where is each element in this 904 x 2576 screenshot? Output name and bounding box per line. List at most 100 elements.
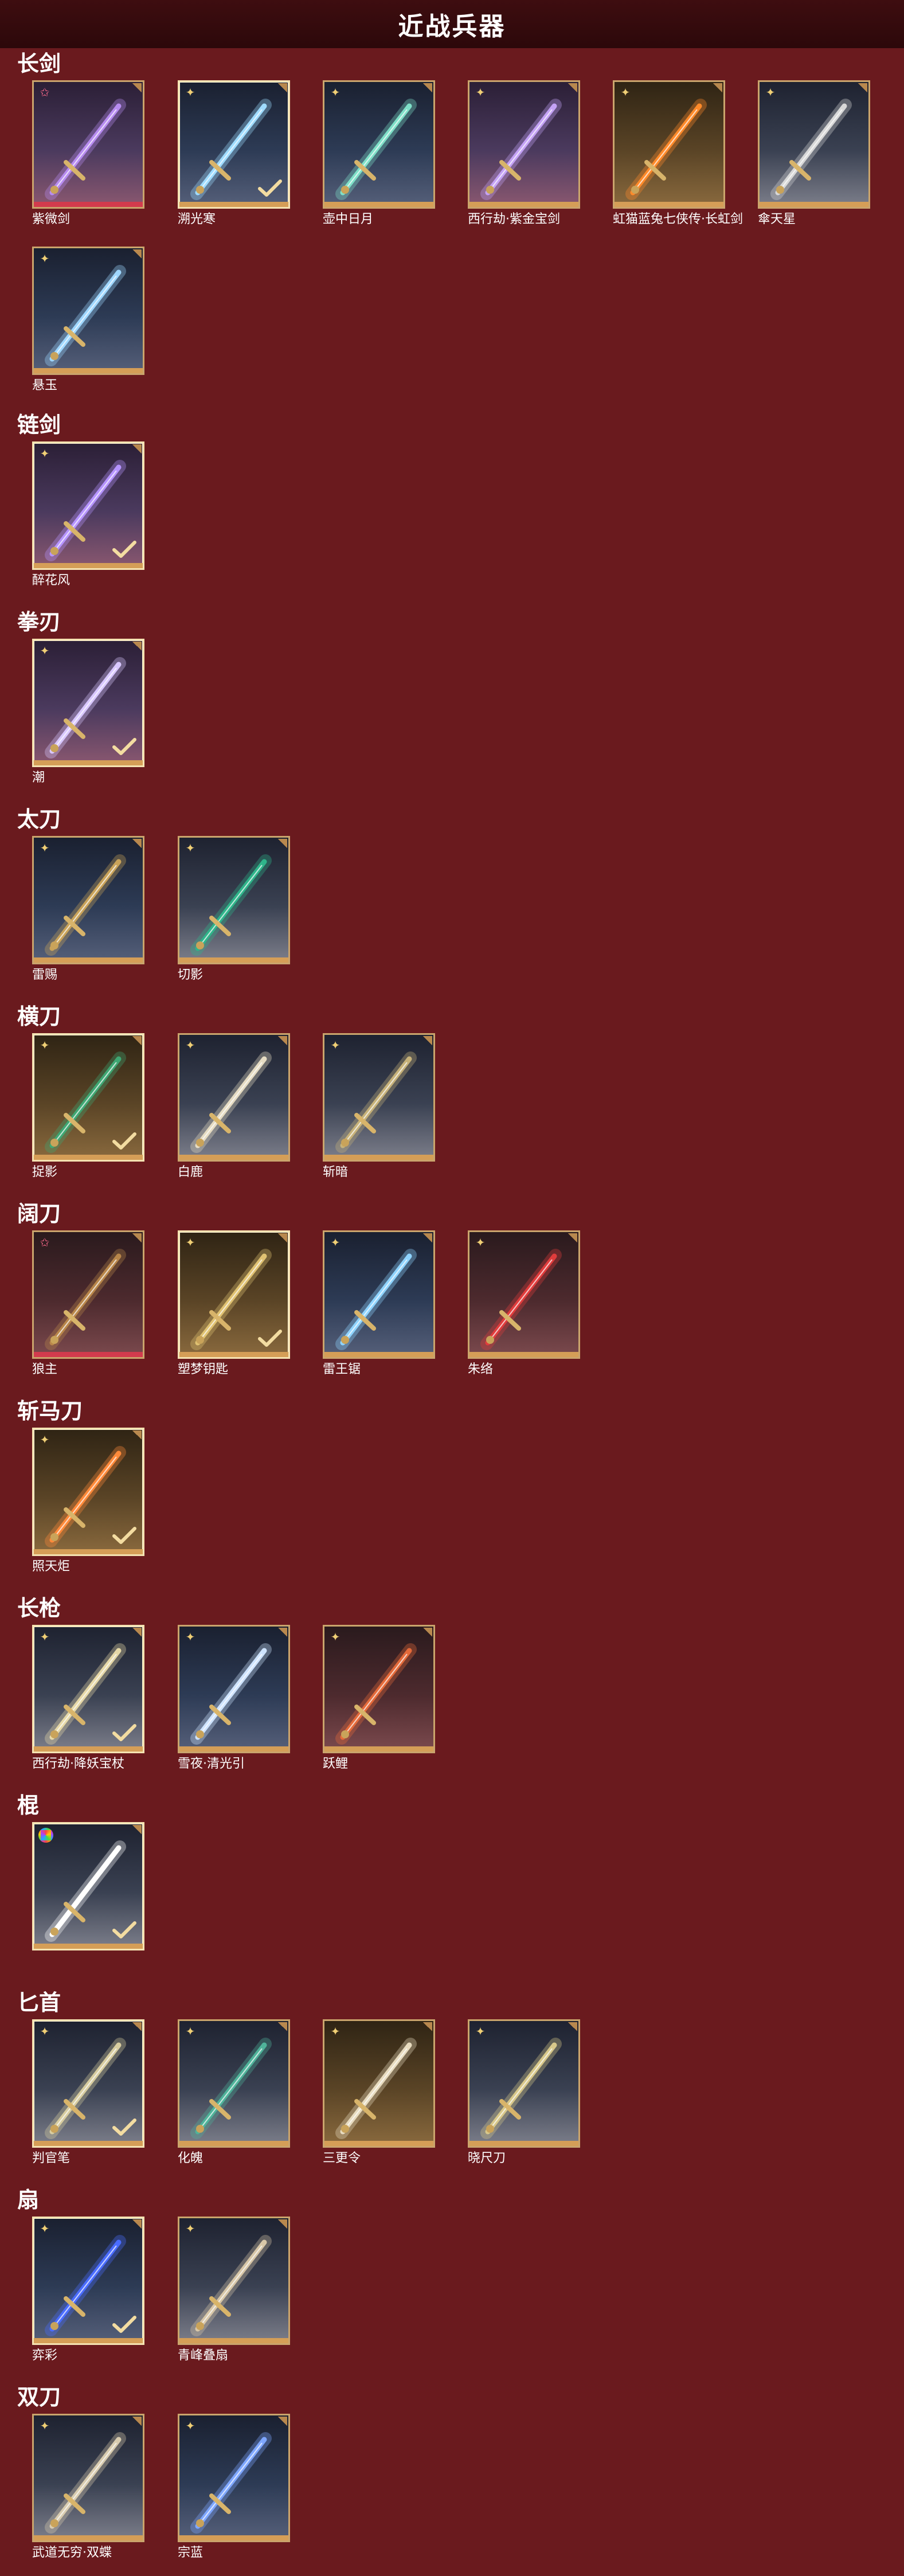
rarity-bar (760, 202, 868, 207)
weapon-thumbnail[interactable]: ✦ (758, 80, 870, 209)
gold-star-icon: ✦ (40, 2024, 50, 2038)
gold-star-icon: ✦ (185, 1630, 195, 1644)
weapon-thumbnail[interactable]: ✦ (178, 2019, 290, 2148)
gold-star-icon: ✦ (40, 1630, 50, 1644)
weapon-name: 武道无穷·双蝶 (32, 2546, 112, 2560)
weapon-thumbnail[interactable]: ✦ (32, 2414, 144, 2542)
gold-star-icon: ✦ (40, 644, 50, 658)
corner-marker-icon (568, 2022, 577, 2031)
weapon-thumbnail[interactable]: ✦ (178, 1230, 290, 1359)
corner-marker-icon (278, 1628, 287, 1637)
weapon-card[interactable]: ✦ 捉影 (32, 1033, 144, 1180)
corner-marker-icon (132, 83, 142, 92)
corner-marker-icon (423, 1036, 432, 1045)
weapon-card[interactable]: ✦ 斩暗 (323, 1033, 435, 1180)
gold-star-icon: ✦ (40, 1433, 50, 1447)
weapon-card[interactable]: ✦ 切影 (178, 836, 290, 983)
weapon-card[interactable]: ✦ 化魄 (178, 2019, 290, 2166)
weapon-card[interactable]: ✦ 雷王锯 (323, 1230, 435, 1377)
weapon-thumbnail[interactable] (32, 1822, 144, 1950)
weapon-card[interactable]: ✦ 照天炬 (32, 1428, 144, 1574)
weapon-name: 狼主 (32, 1362, 58, 1377)
weapon-thumbnail[interactable]: ✦ (178, 1033, 290, 1162)
weapon-thumbnail[interactable]: ✦ (32, 2019, 144, 2148)
weapon-thumbnail[interactable]: ✦ (32, 836, 144, 964)
weapon-thumbnail[interactable]: ✩ (32, 1230, 144, 1359)
weapon-card[interactable]: ✦ 傘天星 (758, 80, 870, 227)
weapon-card[interactable]: ✦ 溯光寒 (178, 80, 290, 227)
corner-marker-icon (132, 642, 142, 651)
weapon-card[interactable]: ✩ 狼主 (32, 1230, 144, 1377)
rarity-bar (34, 1155, 143, 1160)
weapon-card[interactable]: ✦ 青峰叠扇 (178, 2217, 290, 2363)
weapon-card[interactable]: ✦ 悬玉 (32, 247, 144, 393)
gold-star-icon: ✦ (185, 2222, 195, 2235)
weapon-name: 晓尺刀 (468, 2151, 506, 2165)
weapon-thumbnail[interactable]: ✩ (32, 80, 144, 209)
weapon-thumbnail[interactable]: ✦ (178, 80, 290, 209)
weapon-card[interactable]: ✦ 壶中日月 (323, 80, 435, 227)
weapon-thumbnail[interactable]: ✦ (468, 1230, 580, 1359)
weapon-card[interactable]: ✦ 西行劫·紫金宝剑 (468, 80, 580, 227)
category-title: 链剑 (17, 412, 61, 437)
weapon-thumbnail[interactable]: ✦ (613, 80, 725, 209)
rarity-bar (324, 1352, 433, 1357)
weapon-thumbnail[interactable]: ✦ (32, 1428, 144, 1556)
weapon-thumbnail[interactable]: ✦ (323, 1230, 435, 1359)
rarity-bar (34, 760, 143, 765)
weapon-thumbnail[interactable]: ✦ (32, 2217, 144, 2345)
gold-star-icon: ✦ (40, 1038, 50, 1052)
weapon-thumbnail[interactable]: ✦ (178, 2217, 290, 2345)
weapon-card[interactable]: ✦ 虹猫蓝兔七侠传·长虹剑 (613, 80, 743, 227)
weapon-card[interactable]: ✦ 宗蓝 (178, 2414, 290, 2561)
weapon-card[interactable]: ✦ 醉花风 (32, 441, 144, 588)
weapon-thumbnail[interactable]: ✦ (32, 247, 144, 375)
weapon-thumbnail[interactable]: ✦ (468, 80, 580, 209)
weapon-thumbnail[interactable]: ✦ (32, 441, 144, 570)
corner-marker-icon (858, 83, 867, 92)
rarity-bar (324, 202, 433, 207)
gold-star-icon: ✦ (185, 85, 195, 99)
gold-star-icon: ✦ (40, 2419, 50, 2433)
weapon-card[interactable]: ✦ 弈彩 (32, 2217, 144, 2363)
category-title: 阔刀 (17, 1201, 61, 1226)
weapon-card[interactable]: ✦ 雪夜·清光引 (178, 1625, 290, 1772)
weapon-thumbnail[interactable]: ✦ (32, 1033, 144, 1162)
weapon-card[interactable]: ✩ 紫微剑 (32, 80, 144, 227)
weapon-name: 西行劫·降妖宝杖 (32, 1757, 124, 1771)
weapon-name: 照天炬 (32, 1559, 71, 1574)
weapon-name: 壶中日月 (323, 212, 374, 226)
weapon-thumbnail[interactable]: ✦ (32, 639, 144, 767)
weapon-card[interactable]: ✦ 判官笔 (32, 2019, 144, 2166)
weapon-name: 潮 (32, 771, 45, 785)
gold-star-icon: ✦ (620, 85, 631, 99)
weapon-name: 宗蓝 (178, 2546, 204, 2560)
weapon-card[interactable]: ✦ 三更令 (323, 2019, 435, 2166)
rarity-bar (34, 368, 143, 373)
weapon-name: 醉花风 (32, 573, 71, 588)
weapon-card[interactable]: ✦ 朱络 (468, 1230, 580, 1377)
weapon-thumbnail[interactable]: ✦ (178, 836, 290, 964)
corner-marker-icon (278, 2219, 287, 2229)
weapon-name: 切影 (178, 968, 204, 982)
weapon-thumbnail[interactable]: ✦ (32, 1625, 144, 1753)
weapon-card[interactable]: ✦ 武道无穷·双蝶 (32, 2414, 144, 2561)
weapon-thumbnail[interactable]: ✦ (468, 2019, 580, 2148)
weapon-thumbnail[interactable]: ✦ (323, 80, 435, 209)
weapon-card[interactable]: ✦ 塑梦钥匙 (178, 1230, 290, 1377)
category-title: 双刀 (17, 2385, 61, 2410)
weapon-card[interactable] (32, 1822, 144, 1954)
weapon-thumbnail[interactable]: ✦ (323, 1033, 435, 1162)
weapon-card[interactable]: ✦ 西行劫·降妖宝杖 (32, 1625, 144, 1772)
weapon-thumbnail[interactable]: ✦ (323, 2019, 435, 2148)
weapon-card[interactable]: ✦ 白鹿 (178, 1033, 290, 1180)
weapon-thumbnail[interactable]: ✦ (323, 1625, 435, 1753)
weapon-card[interactable]: ✦ 跃鲤 (323, 1625, 435, 1772)
weapon-thumbnail[interactable]: ✦ (178, 1625, 290, 1753)
weapon-card[interactable]: ✦ 晓尺刀 (468, 2019, 580, 2166)
weapon-card[interactable]: ✦ 雷赐 (32, 836, 144, 983)
weapon-thumbnail[interactable]: ✦ (178, 2414, 290, 2542)
weapon-name: 雷赐 (32, 968, 58, 982)
weapon-card[interactable]: ✦ 潮 (32, 639, 144, 785)
category-title: 棍 (17, 1793, 40, 1818)
